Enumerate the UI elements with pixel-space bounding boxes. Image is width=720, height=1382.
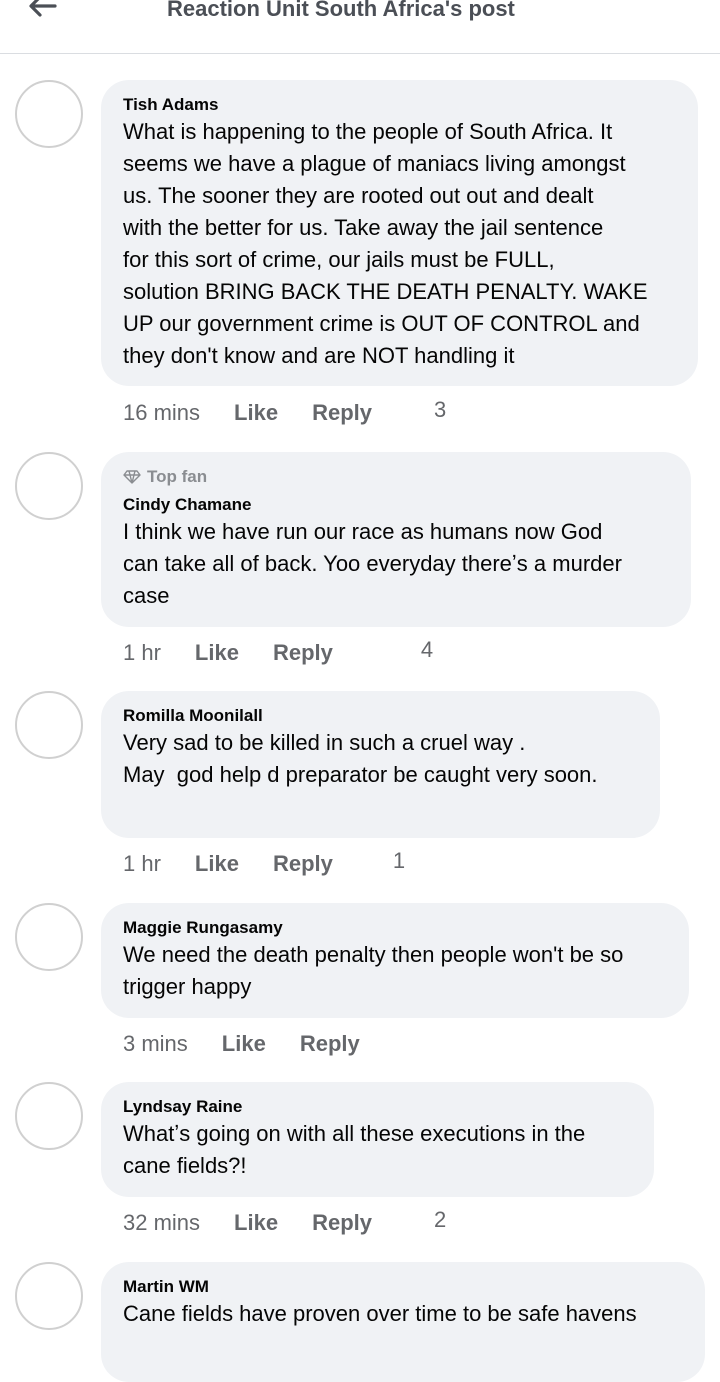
comment-author[interactable]: Tish Adams bbox=[123, 94, 676, 116]
top-fan-badge: Top fan bbox=[123, 466, 669, 488]
comment-text-line: with the better for us. Take away the ja… bbox=[123, 215, 604, 240]
reply-button[interactable]: Reply bbox=[300, 1031, 360, 1057]
comment-actions: 1 hr Like Reply 1 bbox=[123, 848, 405, 879]
avatar[interactable] bbox=[15, 903, 83, 971]
top-app-bar: Reaction Unit South Africa's post bbox=[0, 0, 720, 54]
badge-label: Top fan bbox=[147, 467, 208, 486]
reply-button[interactable]: Reply bbox=[273, 851, 333, 877]
avatar[interactable] bbox=[15, 1262, 83, 1330]
reaction-count[interactable]: 3 bbox=[434, 397, 446, 423]
comment-timestamp[interactable]: 1 hr bbox=[123, 851, 161, 877]
comment-text-line: Whatʼs going on with all these execution… bbox=[123, 1121, 586, 1146]
back-button[interactable] bbox=[22, 0, 62, 24]
diamond-icon bbox=[123, 470, 141, 484]
like-button[interactable]: Like bbox=[195, 851, 239, 877]
comment-text-line: trigger happy bbox=[123, 974, 252, 999]
avatar[interactable] bbox=[15, 691, 83, 759]
page-title: Reaction Unit South Africa's post bbox=[167, 0, 515, 21]
comment-bubble: Tish Adams What is happening to the peop… bbox=[101, 80, 698, 386]
comment-text-line: they don't know and are NOT handling it bbox=[123, 343, 515, 368]
comment-text-line: cane fields?! bbox=[123, 1153, 247, 1178]
comment-text-line: What is happening to the people of South… bbox=[123, 119, 613, 144]
reply-button[interactable]: Reply bbox=[273, 640, 333, 666]
reaction-count[interactable]: 1 bbox=[393, 848, 405, 874]
comment-author[interactable]: Cindy Chamane bbox=[123, 494, 669, 516]
reaction-count[interactable]: 2 bbox=[434, 1207, 446, 1233]
comment-bubble: Martin WM Cane fields have proven over t… bbox=[101, 1262, 705, 1382]
comment-actions: 3 mins Like Reply bbox=[123, 1029, 360, 1059]
avatar[interactable] bbox=[15, 1082, 83, 1150]
comment-text-line: solution BRING BACK THE DEATH PENALTY. W… bbox=[123, 279, 648, 304]
comment-bubble: Top fan Cindy Chamane I think we have ru… bbox=[101, 452, 691, 627]
comment-timestamp[interactable]: 16 mins bbox=[123, 400, 200, 426]
like-button[interactable]: Like bbox=[234, 1210, 278, 1236]
comment-author[interactable]: Maggie Rungasamy bbox=[123, 917, 667, 939]
comment-text: Very sad to be killed in such a cruel wa… bbox=[123, 727, 638, 791]
arrow-left-icon bbox=[29, 0, 57, 17]
comment-timestamp[interactable]: 3 mins bbox=[123, 1031, 188, 1057]
comment-text-line: for this sort of crime, our jails must b… bbox=[123, 247, 555, 272]
comment-timestamp[interactable]: 1 hr bbox=[123, 640, 161, 666]
comment-bubble: Maggie Rungasamy We need the death penal… bbox=[101, 903, 689, 1018]
comment-text: We need the death penalty then people wo… bbox=[123, 939, 667, 1003]
comment-text-line: We need the death penalty then people wo… bbox=[123, 942, 624, 967]
comment-text-line: May god help d preparator be caught very… bbox=[123, 762, 598, 787]
comment-bubble: Lyndsay Raine Whatʼs going on with all t… bbox=[101, 1082, 654, 1197]
comment-text: Cane fields have proven over time to be … bbox=[123, 1298, 683, 1330]
like-button[interactable]: Like bbox=[195, 640, 239, 666]
comment-text-line: seems we have a plague of maniacs living… bbox=[123, 151, 626, 176]
comment-text: What is happening to the people of South… bbox=[123, 116, 676, 372]
avatar[interactable] bbox=[15, 452, 83, 520]
comment-text-line: case bbox=[123, 583, 170, 608]
comment-text-line: can take all of back. Yoo everyday there… bbox=[123, 551, 622, 576]
comment-actions: 32 mins Like Reply 2 bbox=[123, 1207, 446, 1238]
comment-text-line: Very sad to be killed in such a cruel wa… bbox=[123, 730, 526, 755]
comment-timestamp[interactable]: 32 mins bbox=[123, 1210, 200, 1236]
comment-author[interactable]: Lyndsay Raine bbox=[123, 1096, 632, 1118]
like-button[interactable]: Like bbox=[222, 1031, 266, 1057]
comment-author[interactable]: Martin WM bbox=[123, 1276, 683, 1298]
reaction-count[interactable]: 4 bbox=[421, 637, 433, 663]
like-button[interactable]: Like bbox=[234, 400, 278, 426]
comment-text-line: Cane fields have proven over time to be … bbox=[123, 1301, 637, 1326]
comment-text-line: UP our government crime is OUT OF CONTRO… bbox=[123, 311, 640, 336]
reply-button[interactable]: Reply bbox=[312, 400, 372, 426]
comment-text: I think we have run our race as humans n… bbox=[123, 516, 669, 612]
comment-text-line: I think we have run our race as humans n… bbox=[123, 519, 603, 544]
comment-author[interactable]: Romilla Moonilall bbox=[123, 705, 638, 727]
comment-actions: 16 mins Like Reply 3 bbox=[123, 397, 446, 428]
avatar[interactable] bbox=[15, 80, 83, 148]
reply-button[interactable]: Reply bbox=[312, 1210, 372, 1236]
comment-actions: 1 hr Like Reply 4 bbox=[123, 637, 433, 668]
comment-text-line: us. The sooner they are rooted out out a… bbox=[123, 183, 594, 208]
comment-bubble: Romilla Moonilall Very sad to be killed … bbox=[101, 691, 660, 838]
comment-text: Whatʼs going on with all these execution… bbox=[123, 1118, 632, 1182]
